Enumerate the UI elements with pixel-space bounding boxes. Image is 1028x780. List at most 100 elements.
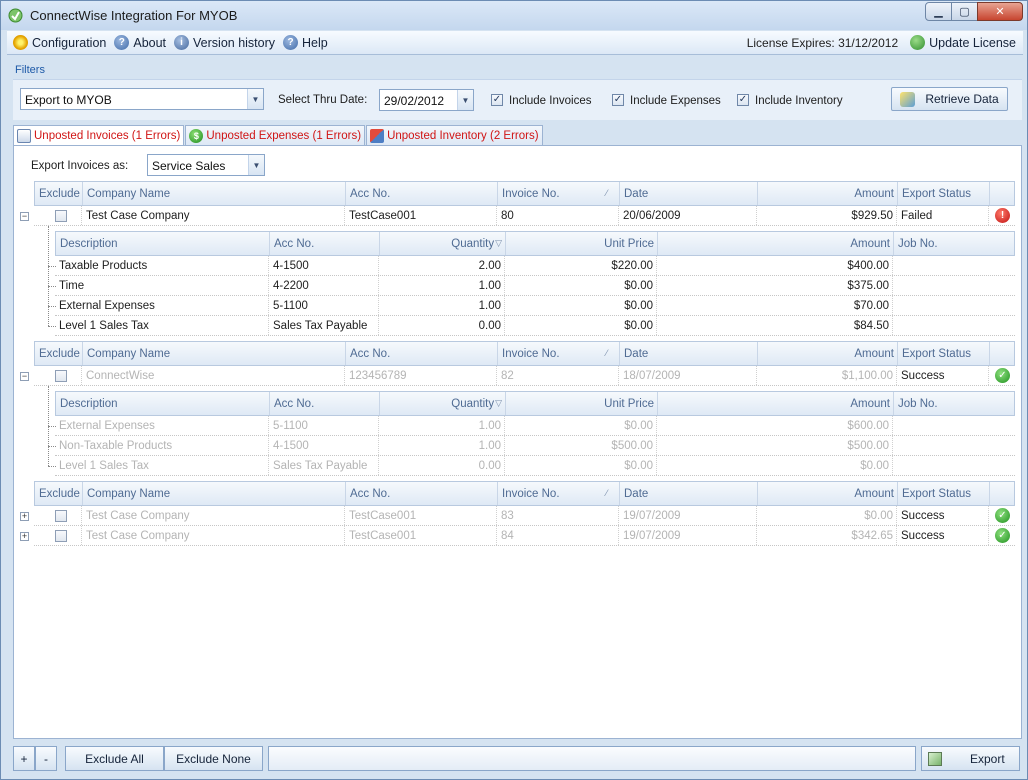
tab-unposted-invoices[interactable]: Unposted Invoices (1 Errors)	[13, 125, 185, 146]
tab-unposted-inventory[interactable]: Unposted Inventory (2 Errors)	[366, 125, 543, 145]
minimize-button[interactable]: ▁	[925, 2, 952, 21]
chevron-down-icon[interactable]: ▼	[247, 89, 263, 109]
include-expenses-checkbox[interactable]: ✓	[612, 94, 624, 106]
expand-icon[interactable]: +	[20, 512, 29, 521]
menu-version-history[interactable]: i Version history	[172, 35, 277, 50]
chevron-down-icon[interactable]: ▼	[248, 155, 264, 175]
invoice-row[interactable]: Test Case Company TestCase001 84 19/07/2009…	[34, 526, 1015, 546]
line-header-quantity[interactable]: Quantity ▽	[380, 392, 506, 415]
date-cell: 18/07/2009	[619, 366, 757, 385]
line-item-row[interactable]: Level 1 Sales Tax Sales Tax Payable 0.00 $0…	[55, 316, 1015, 336]
line-item-row[interactable]: Non-Taxable Products 4-1500 1.00 $500.00 $50…	[55, 436, 1015, 456]
invoice-row[interactable]: ConnectWise 123456789 82 18/07/2009 $1,100.0…	[34, 366, 1015, 386]
line-unit-price-cell: $0.00	[505, 416, 657, 435]
menu-configuration[interactable]: Configuration	[11, 35, 108, 50]
maximize-button[interactable]: ▢	[951, 2, 978, 21]
exclude-checkbox[interactable]	[55, 509, 67, 522]
invoice-header-row: Exclude Company Name Acc No. Invoice No. ⁄ Da…	[34, 181, 1015, 206]
expand-icon[interactable]: +	[20, 532, 29, 541]
line-item-row[interactable]: Taxable Products 4-1500 2.00 $220.00 $400.00	[55, 256, 1015, 276]
column-header-company-name[interactable]: Company Name	[83, 482, 346, 505]
column-header-invoice-no[interactable]: Invoice No.	[498, 182, 620, 205]
line-header-job-no[interactable]: Job No.	[894, 392, 1015, 415]
column-header-company-name[interactable]: Company Name	[83, 342, 346, 365]
column-header-exclude[interactable]: Exclude	[35, 182, 83, 205]
include-inventory-checkbox[interactable]: ✓	[737, 94, 749, 106]
column-header-amount[interactable]: Amount	[758, 482, 898, 505]
line-header-amount[interactable]: Amount	[658, 392, 894, 415]
collapse-icon[interactable]: −	[20, 212, 29, 221]
line-item-row[interactable]: External Expenses 5-1100 1.00 $0.00 $600.00	[55, 416, 1015, 436]
thru-date-picker[interactable]: 29/02/2012 ▼	[379, 89, 474, 111]
column-header-date[interactable]: Date	[620, 342, 758, 365]
column-header-invoice-no[interactable]: Invoice No.	[498, 342, 620, 365]
invoice-no-cell: 80	[497, 206, 619, 225]
tab-unposted-expenses[interactable]: $ Unposted Expenses (1 Errors)	[185, 125, 366, 145]
invoice-header-row: Exclude Company Name Acc No. Invoice No. ⁄ Da…	[34, 481, 1015, 506]
column-header-exclude[interactable]: Exclude	[35, 342, 83, 365]
acc-no-cell: TestCase001	[345, 206, 497, 225]
export-as-dropdown[interactable]: Service Sales ▼	[147, 154, 265, 176]
export-button[interactable]: Export	[921, 746, 1020, 771]
line-header-unit-price[interactable]: Unit Price	[506, 232, 658, 255]
column-header-export-status[interactable]: Export Status	[898, 482, 990, 505]
column-header-acc-no[interactable]: Acc No.	[346, 342, 498, 365]
column-header-date[interactable]: Date	[620, 182, 758, 205]
line-quantity-cell: 1.00	[379, 296, 505, 315]
column-header-company-name[interactable]: Company Name	[83, 182, 346, 205]
menu-update-license[interactable]: Update License	[908, 35, 1018, 50]
column-header-exclude[interactable]: Exclude	[35, 482, 83, 505]
line-header-unit-price[interactable]: Unit Price	[506, 392, 658, 415]
line-header-label: Unit Price	[604, 397, 654, 410]
menu-about[interactable]: ? About	[112, 35, 168, 50]
line-description-cell: Non-Taxable Products	[55, 436, 269, 455]
menu-help[interactable]: ? Help	[281, 35, 330, 50]
line-header-job-no[interactable]: Job No.	[894, 232, 1015, 255]
collapse-all-button[interactable]: -	[35, 746, 57, 771]
export-status-cell: Success	[897, 506, 989, 525]
retrieve-data-button[interactable]: Retrieve Data	[891, 87, 1008, 111]
line-item-row[interactable]: External Expenses 5-1100 1.00 $0.00 $70.00	[55, 296, 1015, 316]
line-header-quantity[interactable]: Quantity ▽	[380, 232, 506, 255]
chevron-down-icon[interactable]: ▼	[457, 90, 473, 110]
line-item-row[interactable]: Time 4-2200 1.00 $0.00 $375.00	[55, 276, 1015, 296]
column-header-amount[interactable]: Amount	[758, 342, 898, 365]
exclude-all-button[interactable]: Exclude All	[65, 746, 164, 771]
line-header-label: Acc No.	[274, 237, 315, 250]
exclude-checkbox[interactable]	[55, 209, 67, 222]
close-button[interactable]: ✕	[977, 2, 1023, 21]
filter-icon[interactable]: ▽	[495, 238, 502, 249]
export-target-dropdown[interactable]: Export to MYOB ▼	[20, 88, 264, 110]
title-bar: ConnectWise Integration For MYOB ▁ ▢ ✕	[1, 1, 1027, 30]
thru-date-value: 29/02/2012	[384, 94, 445, 108]
invoice-row[interactable]: Test Case Company TestCase001 80 20/06/2009…	[34, 206, 1015, 226]
column-header-amount[interactable]: Amount	[758, 182, 898, 205]
invoice-row[interactable]: Test Case Company TestCase001 83 19/07/2009…	[34, 506, 1015, 526]
line-header-acc-no[interactable]: Acc No.	[270, 392, 380, 415]
line-header-description[interactable]: Description	[56, 232, 270, 255]
column-header-acc-no[interactable]: Acc No.	[346, 482, 498, 505]
column-header-invoice-no[interactable]: Invoice No.	[498, 482, 620, 505]
include-invoices-checkbox[interactable]: ✓	[491, 94, 503, 106]
expand-all-button[interactable]: +	[13, 746, 35, 771]
filter-icon[interactable]: ▽	[495, 398, 502, 409]
line-unit-price-cell: $0.00	[505, 316, 657, 335]
line-job-no-cell	[893, 256, 1014, 275]
column-header-acc-no[interactable]: Acc No.	[346, 182, 498, 205]
thru-date-label: Select Thru Date:	[278, 94, 368, 106]
line-header-amount[interactable]: Amount	[658, 232, 894, 255]
line-item-row[interactable]: Level 1 Sales Tax Sales Tax Payable 0.00 $0…	[55, 456, 1015, 476]
exclude-none-button[interactable]: Exclude None	[164, 746, 263, 771]
column-header-export-status[interactable]: Export Status	[898, 342, 990, 365]
line-header-description[interactable]: Description	[56, 392, 270, 415]
line-header-acc-no[interactable]: Acc No.	[270, 232, 380, 255]
amount-cell: $342.65	[757, 526, 897, 545]
collapse-icon[interactable]: −	[20, 372, 29, 381]
column-header-export-status[interactable]: Export Status	[898, 182, 990, 205]
exclude-checkbox[interactable]	[55, 369, 67, 382]
line-header-label: Amount	[850, 397, 890, 410]
line-header-label: Acc No.	[274, 397, 315, 410]
sort-icon: ⁄	[606, 488, 608, 498]
column-header-date[interactable]: Date	[620, 482, 758, 505]
exclude-checkbox[interactable]	[55, 529, 67, 542]
